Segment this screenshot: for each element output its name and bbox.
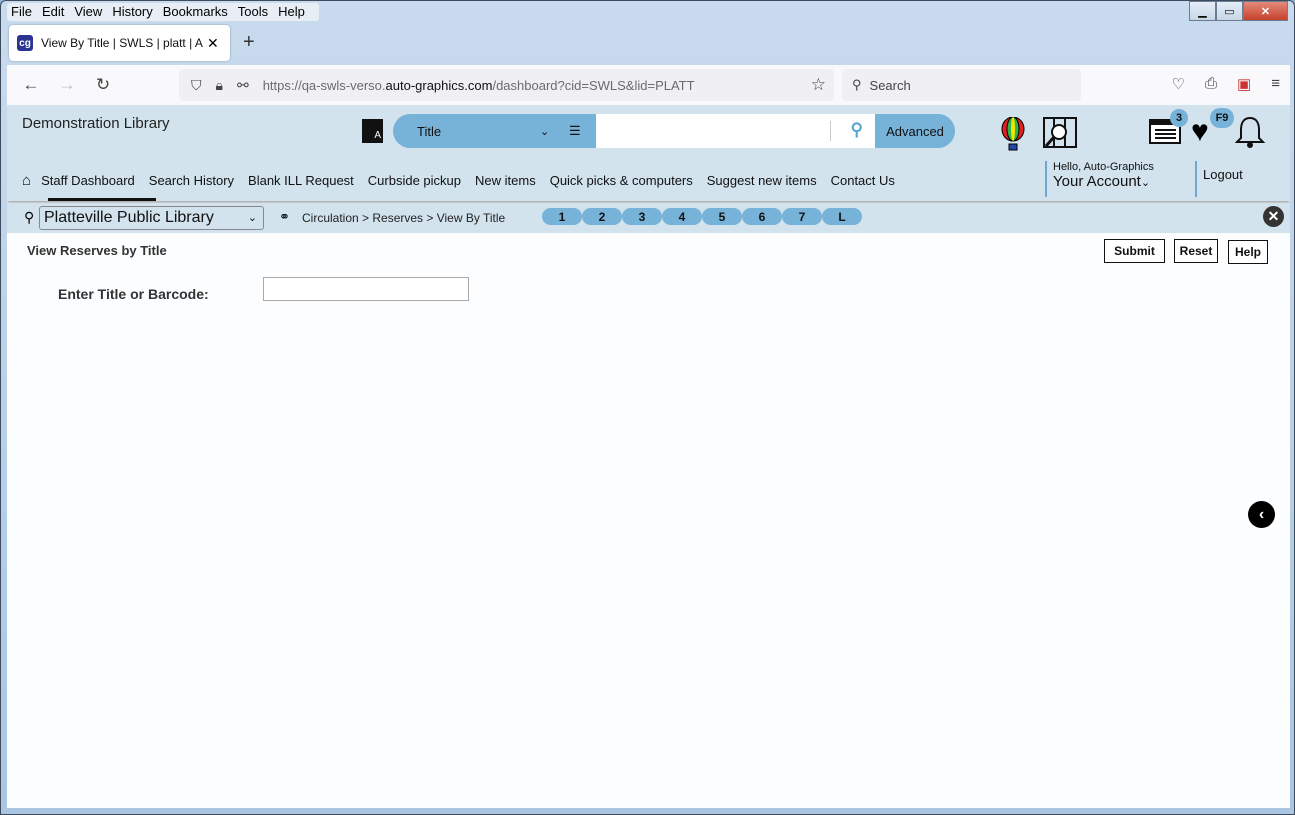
nav-contact-us[interactable]: Contact Us: [831, 173, 895, 188]
list-count-badge: 3: [1170, 109, 1188, 127]
shortcut-pill-3[interactable]: 3: [622, 208, 662, 225]
sub-toolbar: ⚲ Platteville Public Library ⌄ ⚭ Circula…: [7, 203, 1290, 233]
library-select-value: Platteville Public Library: [44, 209, 214, 226]
app-menu-icon[interactable]: ≡: [1271, 75, 1280, 93]
chevron-down-icon: ⌄: [540, 125, 550, 138]
shortcut-pill-5[interactable]: 5: [702, 208, 742, 225]
search-type-select[interactable]: Title ⌄ ☰: [393, 114, 596, 148]
browser-search-box[interactable]: ⚲ Search: [842, 69, 1081, 101]
bell-icon[interactable]: [1235, 115, 1265, 149]
extension-icon[interactable]: ▣: [1237, 75, 1251, 93]
nav-new-items[interactable]: New items: [475, 173, 536, 188]
print-icon[interactable]: ⎙: [1205, 75, 1217, 93]
shortcut-pill-l[interactable]: L: [822, 208, 862, 225]
catalog-search-input[interactable]: ⚲: [596, 114, 875, 148]
nav-staff-dashboard[interactable]: Staff Dashboard: [41, 173, 135, 188]
page-content: Demonstration Library A Title ⌄ ☰ ⚲ Adva…: [7, 105, 1290, 808]
favorites-badge: F9: [1210, 108, 1234, 128]
site-favicon-icon: cg: [17, 35, 33, 51]
browser-toolbar: ← → ↻ ⛉ 🔒︎ ⚯ https://qa-swls-verso.auto-…: [7, 65, 1290, 105]
nav-curbside-pickup[interactable]: Curbside pickup: [368, 173, 461, 188]
title-barcode-input[interactable]: [263, 277, 469, 301]
menu-help[interactable]: Help: [278, 3, 305, 21]
close-icon[interactable]: ✕: [1263, 206, 1284, 227]
shortcut-pill-2[interactable]: 2: [582, 208, 622, 225]
menu-edit[interactable]: Edit: [42, 3, 64, 21]
book-scan-icon[interactable]: [1043, 117, 1077, 149]
heart-icon[interactable]: ♥: [1191, 117, 1209, 147]
menu-file[interactable]: File: [11, 3, 32, 21]
breadcrumb: Circulation > Reserves > View By Title: [302, 211, 506, 225]
new-tab-icon[interactable]: +: [243, 31, 255, 54]
menu-tools[interactable]: Tools: [238, 3, 268, 21]
greeting: Hello, Auto-Graphics: [1053, 161, 1154, 173]
permissions-icon: ⚯: [236, 76, 249, 93]
account-label: Your Account: [1053, 173, 1141, 190]
library-select[interactable]: Platteville Public Library ⌄: [39, 206, 264, 230]
chevron-down-icon: ⌄: [247, 212, 257, 224]
divider: [830, 121, 831, 141]
browser-tab[interactable]: cg View By Title | SWLS | platt | Auto-G…: [9, 25, 230, 61]
maximize-button[interactable]: ▭: [1216, 1, 1243, 21]
logout-link[interactable]: Logout: [1195, 161, 1243, 197]
reset-button[interactable]: Reset: [1174, 239, 1218, 263]
chevron-down-icon: ⌄: [1140, 177, 1151, 189]
lock-icon: 🔒︎: [215, 76, 223, 93]
shortcut-pill-7[interactable]: 7: [782, 208, 822, 225]
menu-bookmarks[interactable]: Bookmarks: [163, 3, 228, 21]
help-button[interactable]: Help: [1228, 240, 1268, 264]
tab-title: View By Title | SWLS | platt | Auto-Grap…: [41, 36, 203, 50]
database-icon[interactable]: ☰: [569, 123, 581, 139]
location-pin-icon: ⚲: [24, 209, 35, 225]
url-text: https://qa-swls-verso.auto-graphics.com/…: [263, 78, 695, 93]
sidebar-toggle-icon[interactable]: ‹: [1248, 501, 1275, 528]
catalog-search: Title ⌄ ☰ ⚲ Advanced: [393, 114, 955, 148]
advanced-search-button[interactable]: Advanced: [875, 114, 955, 148]
bookmark-star-icon[interactable]: ☆: [811, 75, 826, 95]
search-type-value: Title: [417, 123, 442, 139]
back-icon[interactable]: ←: [13, 75, 49, 95]
nav-suggest-new-items[interactable]: Suggest new items: [707, 173, 817, 188]
menu-history[interactable]: History: [112, 3, 152, 21]
shortcut-pills: 1 2 3 4 5 6 7 L: [542, 208, 862, 225]
nav-blank-ill-request[interactable]: Blank ILL Request: [248, 173, 354, 188]
browser-window: File Edit View History Bookmarks Tools H…: [0, 0, 1295, 815]
url-prefix: https://qa-swls-verso.: [262, 77, 386, 93]
pocket-icon[interactable]: ♡: [1172, 75, 1185, 93]
home-icon[interactable]: ⌂: [22, 172, 31, 189]
reload-icon[interactable]: ↻: [85, 75, 121, 95]
search-icon[interactable]: ⚲: [851, 120, 863, 140]
link-icon: ⚭: [279, 209, 290, 224]
url-host: auto-graphics.com: [385, 77, 493, 93]
url-bar[interactable]: ⛉ 🔒︎ ⚯ https://qa-swls-verso.auto-graphi…: [179, 69, 834, 101]
shield-icon: ⛉: [191, 76, 202, 93]
menu-bar: File Edit View History Bookmarks Tools H…: [7, 3, 319, 21]
page-title: View Reserves by Title: [27, 243, 167, 258]
minimize-button[interactable]: ▁: [1189, 1, 1216, 21]
search-icon: ⚲: [852, 77, 862, 92]
title-barcode-label: Enter Title or Barcode:: [58, 286, 209, 302]
balloon-icon[interactable]: [1001, 117, 1025, 151]
browser-search-placeholder: Search: [869, 77, 911, 93]
tab-close-icon[interactable]: ✕: [207, 35, 219, 52]
menu-view[interactable]: View: [74, 3, 102, 21]
shortcut-pill-6[interactable]: 6: [742, 208, 782, 225]
site-header: Demonstration Library A Title ⌄ ☰ ⚲ Adva…: [7, 105, 1290, 201]
close-window-button[interactable]: ✕: [1243, 1, 1288, 21]
nav-search-history[interactable]: Search History: [149, 173, 234, 188]
url-path: /dashboard?cid=SWLS&lid=PLATT: [492, 77, 695, 93]
account-menu[interactable]: Hello, Auto-Graphics Your Account⌄: [1045, 161, 1154, 197]
submit-button[interactable]: Submit: [1104, 239, 1165, 263]
translate-icon[interactable]: A: [362, 119, 383, 143]
active-nav-indicator: [48, 198, 156, 201]
nav-quick-picks[interactable]: Quick picks & computers: [550, 173, 693, 188]
forward-icon[interactable]: →: [49, 75, 85, 95]
shortcut-pill-1[interactable]: 1: [542, 208, 582, 225]
shortcut-pill-4[interactable]: 4: [662, 208, 702, 225]
library-name: Demonstration Library: [22, 115, 170, 132]
main-nav: ⌂ Staff Dashboard Search History Blank I…: [22, 172, 909, 189]
